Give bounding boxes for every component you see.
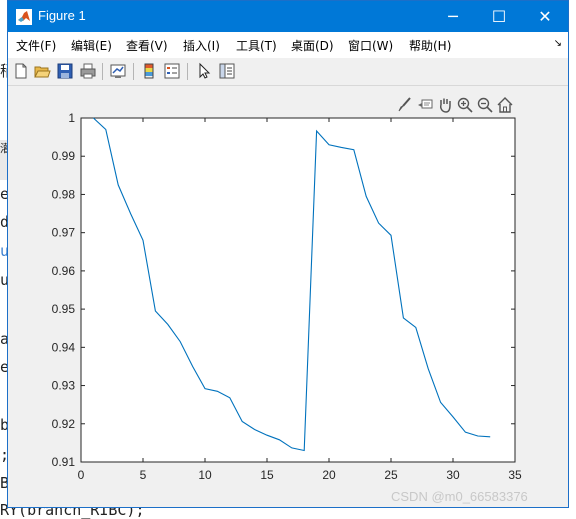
y-tick-label: 0.96 — [52, 264, 76, 278]
colorbar-icon[interactable] — [140, 62, 158, 80]
pointer-icon[interactable] — [195, 62, 213, 80]
matlab-logo-icon — [16, 9, 32, 25]
y-tick-label: 0.92 — [52, 417, 76, 431]
close-icon: ✕ — [538, 7, 552, 26]
minimize-icon: ─ — [448, 7, 458, 26]
y-tick-label: 0.95 — [52, 302, 76, 316]
toolbar-separator — [187, 63, 188, 80]
title-bar[interactable]: Figure 1 ─ ☐ ✕ — [8, 1, 568, 32]
menu-view[interactable]: 查看(V) — [126, 37, 168, 54]
y-tick-label: 0.98 — [52, 187, 76, 201]
figure-window: Figure 1 ─ ☐ ✕ 文件(F) 编辑(E) 查看(V) 插入(I) 工… — [7, 0, 569, 508]
new-figure-icon[interactable] — [12, 62, 30, 80]
x-tick-label: 25 — [384, 468, 398, 482]
axes-box — [80, 117, 516, 463]
menu-edit[interactable]: 编辑(E) — [71, 37, 112, 54]
menu-desktop[interactable]: 桌面(D) — [291, 37, 334, 54]
menu-file[interactable]: 文件(F) — [16, 37, 56, 54]
open-file-icon[interactable] — [33, 62, 51, 80]
y-tick-label: 0.94 — [52, 340, 76, 354]
menu-bar: 文件(F) 编辑(E) 查看(V) 插入(I) 工具(T) 桌面(D) 窗口(W… — [8, 32, 568, 59]
y-tick-label: 0.97 — [52, 226, 76, 240]
y-tick-label: 1 — [68, 111, 75, 125]
x-tick-label: 0 — [78, 468, 85, 482]
property-editor-icon[interactable] — [218, 62, 236, 80]
close-button[interactable]: ✕ — [522, 1, 568, 32]
window-title: Figure 1 — [38, 8, 86, 23]
menu-tools[interactable]: 工具(T) — [236, 37, 277, 54]
save-icon[interactable] — [56, 62, 74, 80]
x-tick-label: 10 — [198, 468, 212, 482]
legend-icon[interactable] — [163, 62, 181, 80]
x-tick-label: 20 — [322, 468, 336, 482]
menu-overflow-icon[interactable]: ↘ — [554, 38, 562, 49]
menu-help[interactable]: 帮助(H) — [409, 37, 451, 54]
print-icon[interactable] — [79, 62, 97, 80]
y-tick-label: 0.91 — [52, 455, 76, 469]
maximize-button[interactable]: ☐ — [476, 1, 522, 32]
y-tick-label: 0.99 — [52, 149, 76, 163]
x-tick-label: 15 — [260, 468, 274, 482]
x-tick-label: 5 — [140, 468, 147, 482]
y-tick-label: 0.93 — [52, 379, 76, 393]
menu-insert[interactable]: 插入(I) — [183, 37, 220, 54]
watermark: CSDN @m0_66583376 — [391, 489, 528, 504]
toolbar-separator — [102, 63, 103, 80]
toolbar-separator — [133, 63, 134, 80]
x-tick-label: 35 — [508, 468, 522, 482]
menu-window[interactable]: 窗口(W) — [348, 37, 393, 54]
minimize-button[interactable]: ─ — [430, 1, 476, 32]
x-tick-label: 30 — [446, 468, 460, 482]
line-plot: 0 5 10 15 20 25 30 35 0.91 0.92 0.93 0.94 0.95 0.96 0.… — [52, 111, 522, 482]
maximize-icon: ☐ — [491, 7, 507, 26]
link-plot-icon[interactable] — [109, 62, 127, 80]
figure-toolbar — [8, 58, 568, 86]
